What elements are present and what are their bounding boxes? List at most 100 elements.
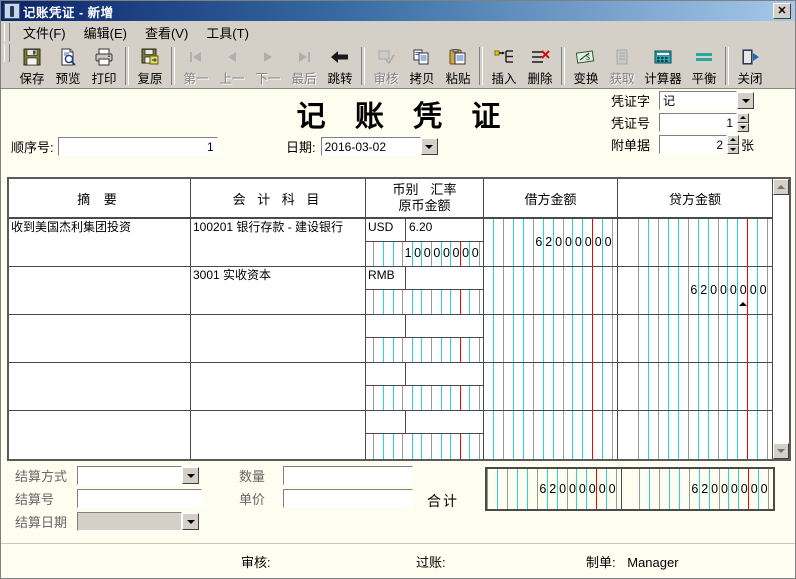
toolbar-balance-button[interactable]: 平衡 — [686, 44, 722, 88]
voucher-word-input[interactable]: 记 — [659, 91, 737, 110]
cell-account[interactable]: 100201 银行存款 - 建设银行 — [191, 219, 366, 266]
cell-original-amount[interactable] — [366, 433, 483, 459]
table-row[interactable] — [9, 315, 772, 363]
toolbar-calculator-button[interactable]: 计算器 — [640, 44, 686, 88]
cell-debit-amount[interactable] — [484, 315, 618, 362]
menu-file[interactable]: 文件(F) — [14, 21, 75, 44]
cell-exchange-rate[interactable] — [406, 363, 483, 385]
quantity-input[interactable] — [283, 466, 413, 485]
toolbar-save-button[interactable]: 保存 — [14, 44, 50, 88]
settle-no-input[interactable] — [77, 489, 202, 508]
cell-summary[interactable] — [9, 267, 191, 314]
cell-currency-group[interactable] — [366, 363, 484, 410]
sequence-input[interactable]: 1 — [57, 137, 218, 156]
cell-currency-group[interactable]: USD 6.20 1 0 0 0 0 0 0 0 — [366, 219, 484, 266]
menu-view[interactable]: 查看(V) — [136, 21, 197, 44]
cell-currency-code[interactable] — [366, 411, 406, 433]
date-dropdown-button[interactable] — [420, 138, 438, 155]
spinner-up-icon[interactable] — [737, 113, 749, 123]
voucher-no-spinner[interactable] — [737, 113, 749, 132]
total-label: 合计 — [427, 493, 459, 509]
cell-account[interactable]: 3001 实收资本 — [191, 267, 366, 314]
scroll-down-icon[interactable] — [773, 443, 789, 459]
settle-date-label: 结算日期 — [15, 515, 68, 530]
settle-date-input[interactable] — [77, 512, 182, 531]
cell-original-amount[interactable] — [366, 289, 483, 314]
cell-original-amount[interactable] — [366, 337, 483, 362]
toolbar-preview-button[interactable]: 预览 — [50, 44, 86, 88]
settle-method-input[interactable] — [77, 466, 182, 485]
cell-account[interactable] — [191, 411, 366, 459]
quantity-row: 数量 — [239, 466, 413, 485]
spinner-down-icon[interactable] — [727, 144, 739, 154]
spinner-down-icon[interactable] — [737, 122, 749, 132]
toolbar-previous-button[interactable]: 上一 — [214, 44, 250, 88]
cell-account[interactable] — [191, 315, 366, 362]
toolbar-print-button[interactable]: 打印 — [86, 44, 122, 88]
cell-currency-code[interactable] — [366, 315, 406, 337]
toolbar-audit-button[interactable]: 审核 — [368, 44, 404, 88]
menu-tools[interactable]: 工具(T) — [197, 21, 258, 44]
cell-original-amount[interactable]: 10000000 — [366, 241, 483, 266]
cell-currency-group[interactable]: RMB — [366, 267, 484, 314]
cell-credit-amount[interactable] — [618, 363, 772, 410]
toolbar-last-button[interactable]: 最后 — [286, 44, 322, 88]
toolbar-delete-button[interactable]: 删除 — [522, 44, 558, 88]
cell-debit-amount[interactable] — [484, 363, 618, 410]
menu-bar: 文件(F) 编辑(E) 查看(V) 工具(T) — [1, 21, 795, 44]
creator-field: 制单: Manager — [586, 552, 679, 571]
cell-currency-group[interactable] — [366, 315, 484, 362]
table-row[interactable]: 收到美国杰利集团投资 100201 银行存款 - 建设银行 USD 6.20 1 0 0 0 0… — [9, 219, 772, 267]
grid-vertical-scrollbar[interactable] — [772, 179, 789, 459]
toolbar-exchange-button[interactable]: $ 变换 — [568, 44, 604, 88]
cell-debit-amount[interactable] — [484, 411, 618, 459]
scrollbar-track[interactable] — [773, 195, 789, 443]
cell-exchange-rate[interactable] — [406, 411, 483, 433]
cell-summary[interactable] — [9, 363, 191, 410]
spinner-up-icon[interactable] — [727, 135, 739, 145]
toolbar-fetch-button[interactable]: 获取 — [604, 44, 640, 88]
date-input[interactable]: 2016-03-02 — [320, 137, 421, 156]
menu-grip[interactable] — [4, 23, 10, 41]
cell-summary[interactable] — [9, 315, 191, 362]
table-row[interactable] — [9, 411, 772, 459]
toolbar-insert-button[interactable]: 插入 — [486, 44, 522, 88]
menu-edit[interactable]: 编辑(E) — [75, 21, 136, 44]
cell-original-amount[interactable] — [366, 385, 483, 410]
table-row[interactable]: 3001 实收资本 RMB 6 2 0 0 0 0 0 0 — [9, 267, 772, 315]
table-row[interactable] — [9, 363, 772, 411]
attachment-input[interactable]: 2 — [659, 135, 727, 154]
settle-date-dropdown-button[interactable] — [182, 513, 199, 530]
cell-currency-code[interactable]: USD — [366, 219, 406, 241]
price-input[interactable] — [283, 489, 413, 508]
toolbar-close-button[interactable]: 关闭 — [732, 44, 768, 88]
cell-summary[interactable] — [9, 411, 191, 459]
toolbar-paste-button[interactable]: 粘贴 — [440, 44, 476, 88]
cell-credit-amount[interactable] — [618, 315, 772, 362]
cell-currency-code[interactable]: RMB — [366, 267, 406, 289]
cell-currency-code[interactable] — [366, 363, 406, 385]
attachment-spinner[interactable] — [727, 135, 739, 154]
cell-exchange-rate[interactable] — [406, 315, 483, 337]
voucher-word-dropdown-button[interactable] — [737, 92, 754, 109]
toolbar-first-button[interactable]: 第一 — [178, 44, 214, 88]
scroll-up-icon[interactable] — [773, 179, 789, 195]
cell-exchange-rate[interactable] — [406, 267, 483, 289]
cell-credit-amount[interactable] — [618, 411, 772, 459]
cell-summary[interactable]: 收到美国杰利集团投资 — [9, 219, 191, 266]
cell-debit-amount[interactable] — [484, 267, 618, 314]
cell-credit-amount[interactable] — [618, 219, 772, 266]
toolbar-copy-button[interactable]: 拷贝 — [404, 44, 440, 88]
toolbar-grip[interactable] — [4, 44, 10, 62]
voucher-no-input[interactable]: 1 — [659, 113, 737, 132]
cell-account[interactable] — [191, 363, 366, 410]
cell-credit-amount[interactable]: 62000000 — [618, 267, 772, 314]
settle-method-dropdown-button[interactable] — [182, 467, 199, 484]
cell-exchange-rate[interactable]: 6.20 — [406, 219, 483, 241]
cell-currency-group[interactable] — [366, 411, 484, 459]
close-icon[interactable]: ✕ — [773, 3, 791, 19]
toolbar-goto-button[interactable]: 跳转 — [322, 44, 358, 88]
cell-debit-amount[interactable]: 62000000 — [484, 219, 618, 266]
toolbar-restore-button[interactable]: 复原 — [132, 44, 168, 88]
toolbar-next-button[interactable]: 下一 — [250, 44, 286, 88]
